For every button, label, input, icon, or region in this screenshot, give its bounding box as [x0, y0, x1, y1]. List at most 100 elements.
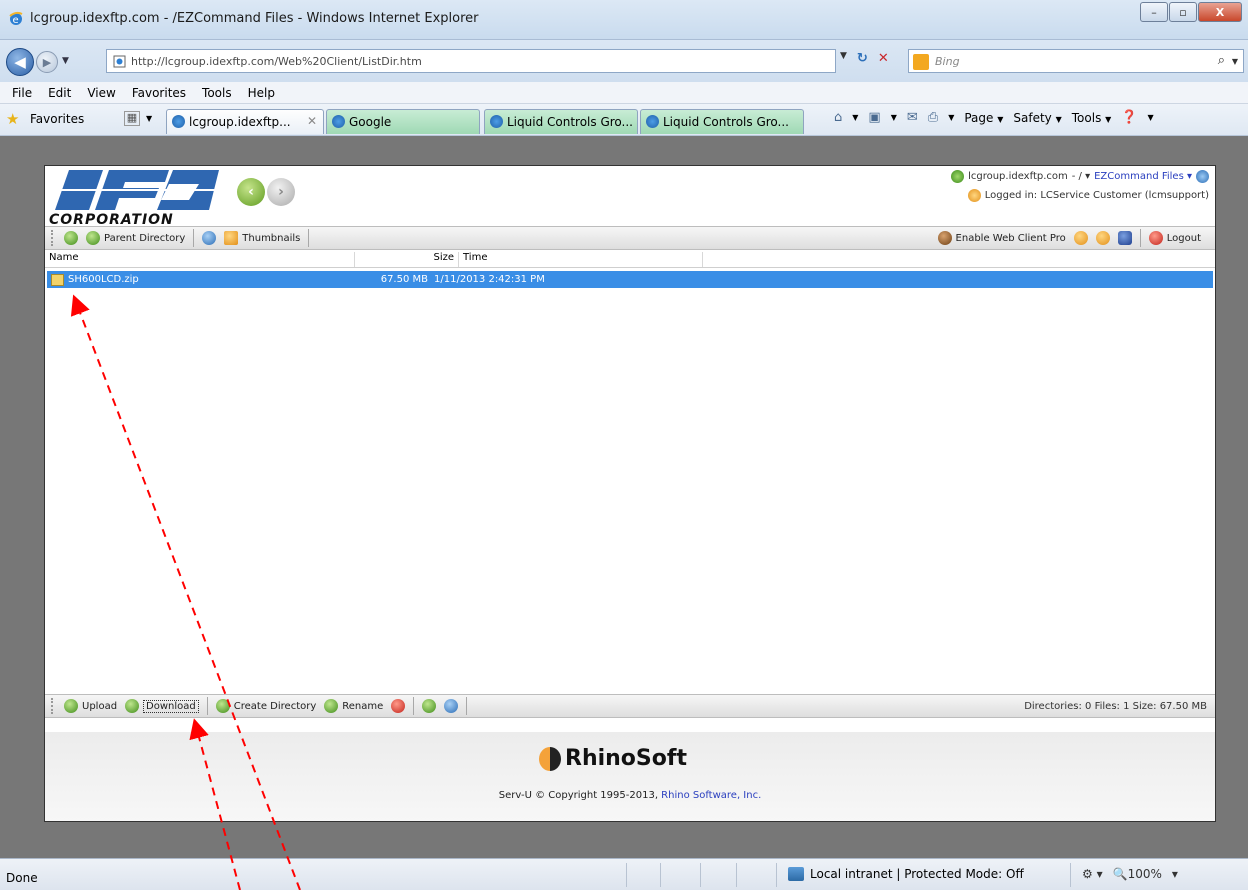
search-button[interactable] [440, 697, 462, 715]
rename-button[interactable]: Rename [320, 697, 387, 715]
top-toolbar: Parent Directory Thumbnails Enable Web C… [45, 226, 1215, 250]
address-input[interactable]: http://lcgroup.idexftp.com/Web%20Client/… [106, 49, 836, 73]
bottom-toolbar: Upload Download Create Directory Rename … [45, 694, 1215, 718]
tab-liquid-controls-2[interactable]: Liquid Controls Gro... [640, 109, 804, 134]
menu-file[interactable]: File [4, 86, 40, 100]
zoom-button[interactable]: 🔍100% [1113, 867, 1162, 881]
tab-list-dropdown-icon[interactable]: ▼ [146, 114, 152, 123]
column-name[interactable]: Name [45, 252, 355, 267]
up-icon [86, 231, 100, 245]
feeds-dropdown-icon[interactable]: ▼ [891, 113, 897, 122]
tab-label: Google [349, 115, 392, 129]
rename-label: Rename [342, 700, 384, 712]
settings-button[interactable] [1070, 229, 1092, 247]
search-icon[interactable]: ⌕ [1218, 53, 1225, 68]
zoom-dropdown-icon[interactable]: ▾ [1172, 867, 1178, 881]
idex-logo-graphic [49, 170, 235, 210]
print-icon[interactable]: ⎙ [928, 110, 938, 125]
menu-view[interactable]: View [79, 86, 123, 100]
page-content: CORPORATION ‹ › lcgroup.idexftp.com - / … [0, 136, 1248, 858]
favorites-button[interactable]: Favorites [30, 112, 84, 126]
rhinosoft-logo: RhinoSoft [539, 746, 687, 771]
properties-button[interactable] [418, 697, 440, 715]
toolbar-divider [413, 697, 415, 715]
forward-button[interactable]: ▶ [36, 51, 58, 73]
home-icon[interactable]: ⌂ [834, 110, 842, 125]
back-button[interactable]: ◀ [6, 48, 34, 76]
home-dropdown-icon[interactable]: ▼ [852, 113, 858, 122]
status-divider [626, 863, 627, 887]
help-icon[interactable]: ❓ [1121, 110, 1137, 125]
power-icon [1148, 231, 1163, 245]
svg-text:e: e [13, 15, 19, 26]
search-icon [444, 699, 459, 713]
rename-icon [324, 699, 339, 713]
ie-page-icon [490, 115, 503, 128]
table-row[interactable]: SH600LCD.zip 67.50 MB 1/11/2013 2:42:31 … [47, 271, 1213, 288]
minimize-button[interactable]: – [1140, 2, 1168, 22]
web-forward-button[interactable]: › [267, 178, 295, 206]
page-menu[interactable]: Page ▼ [964, 111, 1003, 125]
home-button[interactable] [60, 229, 82, 247]
tab-lcgroup[interactable]: lcgroup.idexftp... ✕ [166, 109, 324, 134]
menu-tools[interactable]: Tools [194, 86, 240, 100]
status-divider [700, 863, 701, 887]
tab-label: lcgroup.idexftp... [189, 115, 291, 129]
toolbar-divider [308, 229, 310, 247]
protected-mode-icon[interactable]: ⚙ ▾ [1082, 867, 1103, 881]
download-button[interactable]: Download [121, 697, 203, 715]
close-button[interactable]: X [1198, 2, 1242, 22]
tab-close-icon[interactable]: ✕ [307, 114, 317, 128]
address-dropdown-icon[interactable]: ▼ [840, 51, 847, 66]
logout-button[interactable]: Logout [1145, 229, 1205, 247]
refresh-button[interactable] [198, 229, 220, 247]
favorites-star-icon[interactable]: ★ [6, 110, 19, 128]
web-nav-buttons: ‹ › [237, 178, 297, 206]
refresh-icon[interactable]: ↻ [857, 51, 868, 66]
help-icon [1117, 231, 1132, 245]
web-client-frame: CORPORATION ‹ › lcgroup.idexftp.com - / … [44, 165, 1216, 822]
refresh-icon[interactable] [1196, 170, 1209, 183]
search-placeholder: Bing [935, 54, 960, 68]
home-icon [64, 231, 78, 245]
tab-liquid-controls-1[interactable]: Liquid Controls Gro... [484, 109, 638, 134]
path-separator[interactable]: - / ▾ [1072, 171, 1090, 182]
maximize-button[interactable]: ▫ [1169, 2, 1197, 22]
web-back-button[interactable]: ‹ [237, 178, 265, 206]
file-list-header: Name Size Time [45, 252, 1215, 268]
menu-help[interactable]: Help [240, 86, 283, 100]
rhino-icon [937, 231, 952, 245]
security-zone[interactable]: Local intranet | Protected Mode: Off [788, 867, 1024, 881]
tab-label: Liquid Controls Gro... [507, 115, 633, 129]
rhino-software-link[interactable]: Rhino Software, Inc. [661, 790, 761, 801]
tools-menu[interactable]: Tools ▼ [1072, 111, 1112, 125]
stop-icon[interactable]: ✕ [878, 51, 889, 66]
menu-edit[interactable]: Edit [40, 86, 79, 100]
delete-button[interactable] [387, 697, 409, 715]
safety-menu[interactable]: Safety ▼ [1013, 111, 1061, 125]
user-settings-button[interactable] [1092, 229, 1114, 247]
column-time[interactable]: Time [459, 252, 703, 267]
column-size[interactable]: Size [355, 252, 459, 267]
thumbnails-button[interactable]: Thumbnails [220, 229, 304, 247]
quick-tabs-icon[interactable]: ▦ [124, 111, 140, 126]
page-menu-label: Page [964, 110, 994, 125]
print-dropdown-icon[interactable]: ▼ [948, 113, 954, 122]
tab-google[interactable]: Google [326, 109, 480, 134]
toolbar-grip [51, 698, 54, 714]
folder-link[interactable]: EZCommand Files ▾ [1094, 171, 1192, 182]
history-dropdown-icon[interactable]: ▼ [62, 56, 69, 66]
menu-favorites[interactable]: Favorites [124, 86, 194, 100]
parent-directory-button[interactable]: Parent Directory [82, 229, 189, 247]
search-input[interactable]: Bing ⌕ ▼ [908, 49, 1244, 73]
help-dropdown-icon[interactable]: ▼ [1148, 113, 1154, 122]
create-directory-button[interactable]: Create Directory [212, 697, 321, 715]
enable-pro-button[interactable]: Enable Web Client Pro [934, 229, 1070, 247]
upload-button[interactable]: Upload [60, 697, 121, 715]
mail-icon[interactable]: ✉ [907, 110, 918, 125]
thumbnails-icon [224, 231, 239, 245]
bing-icon [913, 54, 929, 70]
help-button[interactable] [1114, 229, 1136, 247]
feeds-icon[interactable]: ▣ [868, 110, 880, 125]
search-dropdown-icon[interactable]: ▼ [1232, 57, 1238, 66]
